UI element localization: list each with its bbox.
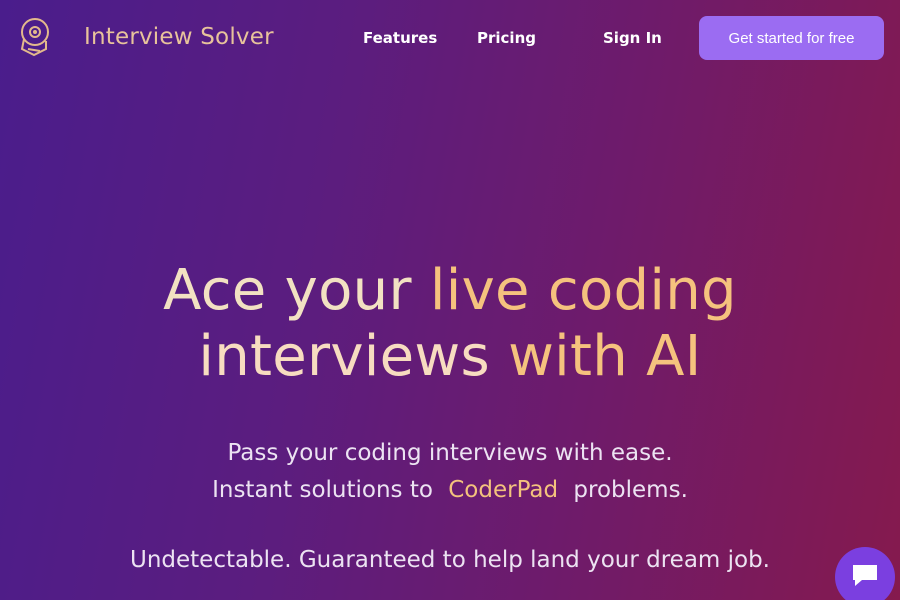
subtitle-prefix: Instant solutions to: [212, 477, 433, 503]
robot-head-icon[interactable]: [16, 15, 60, 59]
brand-name[interactable]: Interview Solver: [84, 24, 274, 50]
chat-widget-button[interactable]: [835, 547, 895, 600]
chat-bubble-icon: [850, 562, 880, 592]
hero-title-part-3: interviews: [198, 324, 509, 389]
hero-title-part-4: with AI: [508, 324, 702, 389]
hero-title-part-1: Ace your: [163, 258, 430, 323]
top-navbar: Interview Solver Features Pricing Sign I…: [0, 0, 900, 78]
nav-link-pricing[interactable]: Pricing: [477, 29, 536, 47]
subtitle-suffix: problems.: [573, 477, 688, 503]
hero-title-part-2: live coding: [429, 258, 737, 323]
hero-subtitle-line-1: Pass your coding interviews with ease.: [227, 440, 673, 466]
get-started-button[interactable]: Get started for free: [699, 16, 884, 60]
hero-title: Ace your live coding interviews with AI: [0, 258, 900, 390]
nav-link-features[interactable]: Features: [363, 29, 437, 47]
hero-tagline: Undetectable. Guaranteed to help land yo…: [129, 547, 770, 573]
coderpad-highlight: CoderPad: [448, 477, 559, 503]
hero-subtitle-line-2: Instant solutions to CoderPad problems.: [0, 477, 900, 503]
nav-link-sign-in[interactable]: Sign In: [603, 29, 662, 47]
